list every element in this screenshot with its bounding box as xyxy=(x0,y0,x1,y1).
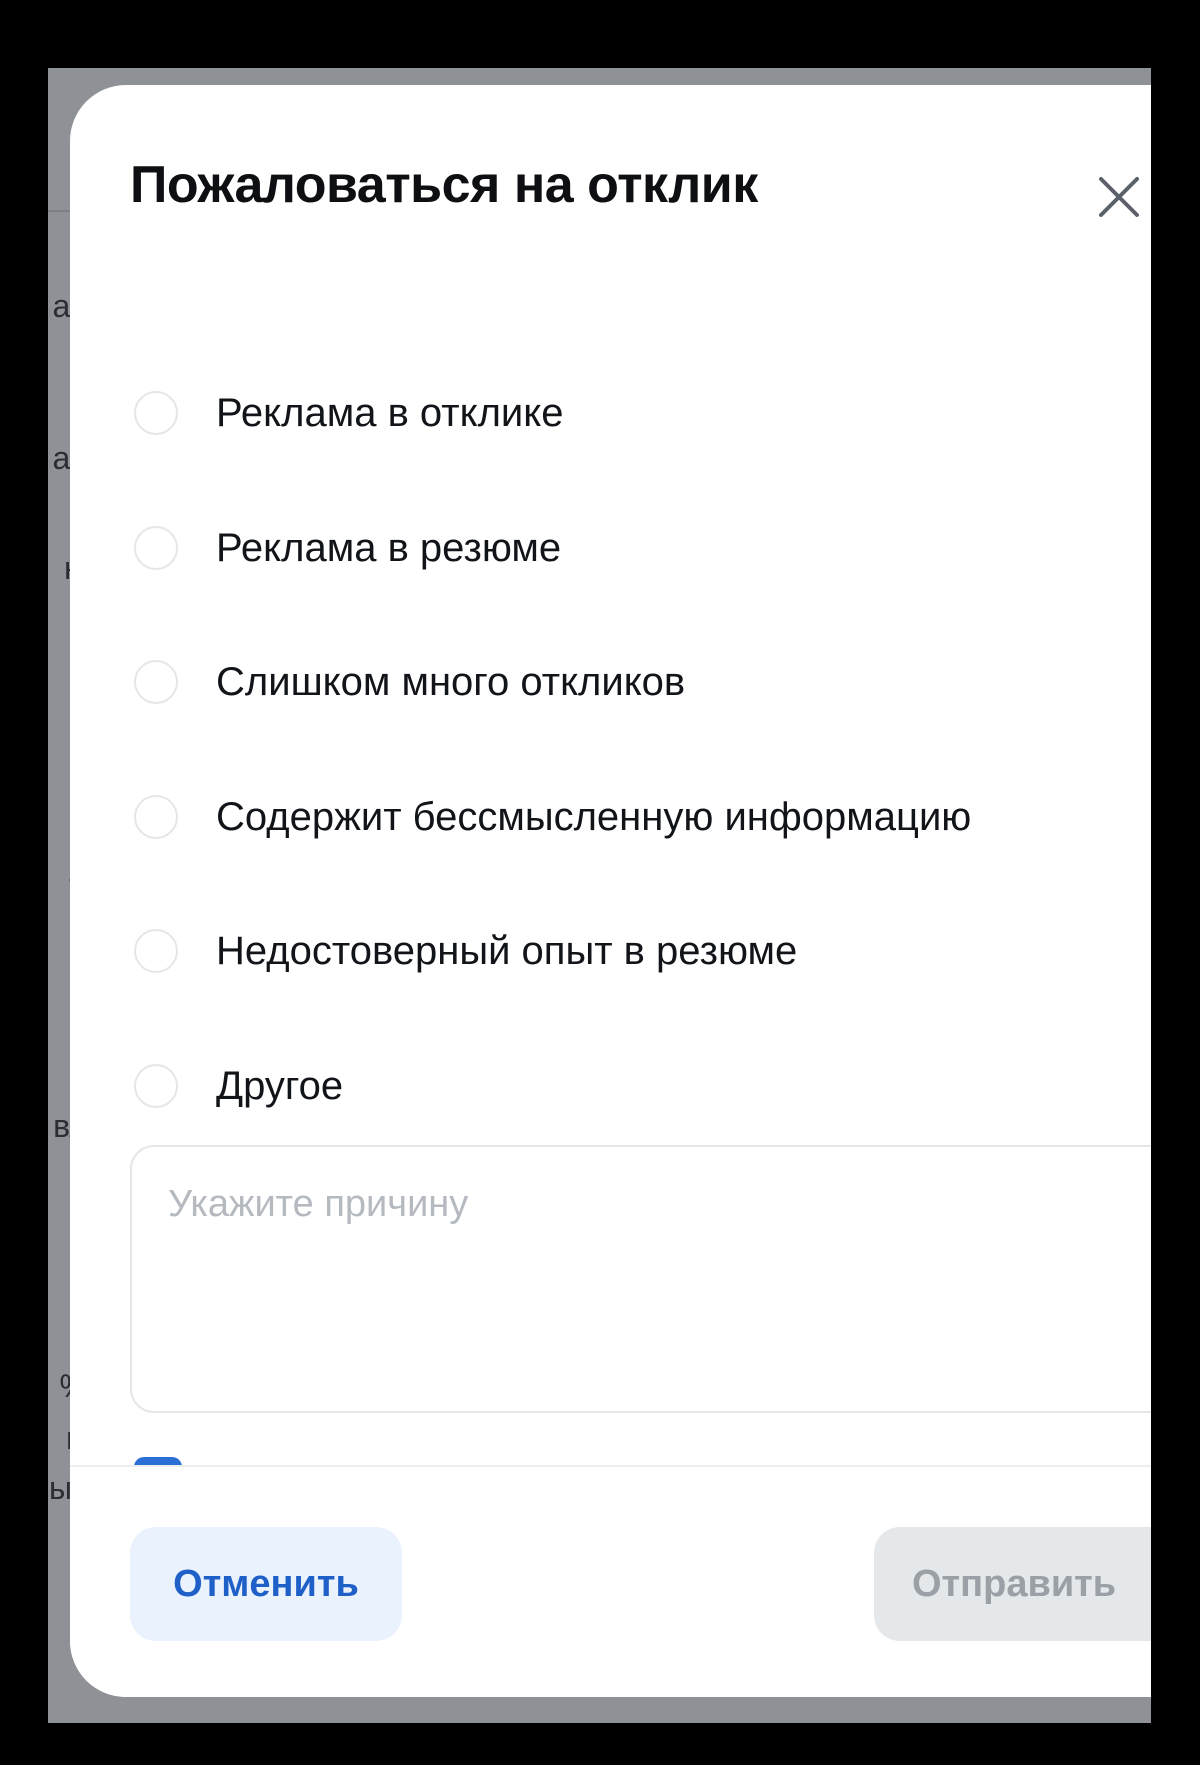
option-ad-in-resume[interactable]: Реклама в резюме xyxy=(130,516,1130,651)
complaint-modal: Пожаловаться на отклик Реклама в отклике… xyxy=(70,85,1151,1697)
send-button[interactable]: Отправить xyxy=(874,1527,1151,1641)
radio-button[interactable] xyxy=(134,660,178,704)
option-too-many-responses[interactable]: Слишком много откликов xyxy=(130,650,1130,785)
option-label: Другое xyxy=(216,1063,344,1108)
radio-button[interactable] xyxy=(134,391,178,435)
close-button[interactable] xyxy=(1095,173,1151,233)
cancel-button[interactable]: Отменить xyxy=(130,1527,402,1641)
radio-button[interactable] xyxy=(134,929,178,973)
reason-options: Реклама в отклике Реклама в резюме Слишк… xyxy=(130,381,1130,1188)
option-label: Содержит бессмысленную информацию xyxy=(216,794,972,839)
radio-button[interactable] xyxy=(134,525,178,570)
modal-title: Пожаловаться на отклик xyxy=(130,156,758,214)
option-label: Реклама в отклике xyxy=(216,391,564,435)
radio-button[interactable] xyxy=(134,794,178,839)
option-label: Реклама в резюме xyxy=(216,525,562,570)
screen-frame: н ан ан а ю п н у л к вл п н х % м ых По… xyxy=(0,0,1200,1765)
option-meaningless-info[interactable]: Содержит бессмысленную информацию xyxy=(130,785,1130,920)
option-label: Слишком много откликов xyxy=(216,660,686,704)
reason-textarea[interactable] xyxy=(130,1145,1151,1413)
option-ad-in-response[interactable]: Реклама в отклике xyxy=(130,381,1130,516)
option-label: Недостоверный опыт в резюме xyxy=(216,929,798,973)
close-icon xyxy=(1099,177,1139,217)
option-false-experience[interactable]: Недостоверный опыт в резюме xyxy=(130,919,1130,1054)
radio-button[interactable] xyxy=(134,1063,178,1108)
